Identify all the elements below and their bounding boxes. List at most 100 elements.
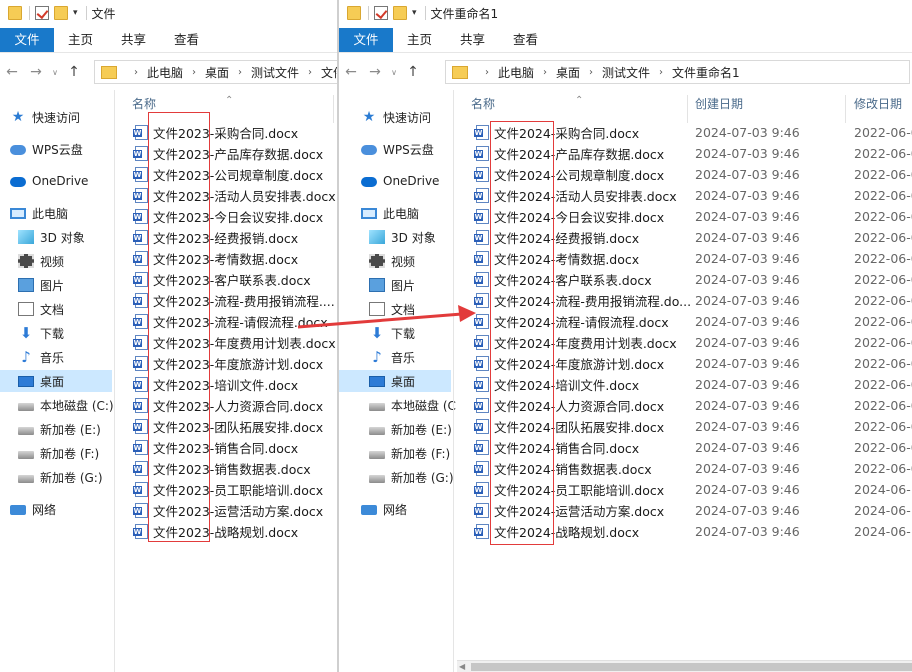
file-modified-date: 2022-06-0: [854, 125, 912, 140]
address-input[interactable]: › 此电脑 › 桌面 › 测试文件 › 文件: [94, 60, 338, 84]
customize-toolbar-icon[interactable]: ▾: [412, 8, 417, 18]
breadcrumb-test-files[interactable]: 测试文件: [251, 64, 299, 81]
column-header-modified[interactable]: 修改日期: [854, 95, 902, 112]
column-header-name[interactable]: 名称: [471, 95, 495, 112]
nav-videos[interactable]: 视频: [18, 250, 64, 272]
chevron-right-icon[interactable]: ›: [308, 67, 312, 78]
nav-desktop[interactable]: 桌面: [339, 370, 451, 392]
scrollbar-thumb[interactable]: [471, 663, 912, 671]
file-modified-date: 2022-06-0: [854, 377, 912, 392]
properties-icon[interactable]: [374, 6, 388, 20]
back-arrow-icon[interactable]: ←: [339, 64, 363, 80]
tab-file[interactable]: 文件: [339, 28, 393, 52]
nav-pictures[interactable]: 图片: [18, 274, 64, 296]
nav-drive-c[interactable]: 本地磁盘 (C:): [18, 394, 114, 416]
chevron-right-icon[interactable]: ›: [589, 67, 593, 78]
recent-locations-icon[interactable]: ∨: [48, 68, 62, 77]
nav-network[interactable]: 网络: [10, 498, 56, 520]
up-arrow-icon[interactable]: ↑: [401, 64, 425, 80]
nav-onedrive[interactable]: OneDrive: [10, 170, 88, 192]
nav-drive-f[interactable]: 新加卷 (F:): [18, 442, 99, 464]
nav-quick-access[interactable]: ★ 快速访问: [10, 106, 80, 128]
nav-documents[interactable]: 文档: [369, 298, 415, 320]
file-modified-date: 2022-06-0: [854, 398, 912, 413]
nav-quick-access[interactable]: ★ 快速访问: [361, 106, 431, 128]
tab-share[interactable]: 共享: [446, 28, 499, 52]
chevron-right-icon[interactable]: ›: [238, 67, 242, 78]
up-arrow-icon[interactable]: ↑: [62, 64, 86, 80]
nav-music[interactable]: ♪ 音乐: [369, 346, 415, 368]
divider[interactable]: [845, 95, 846, 123]
nav-label: 音乐: [40, 350, 65, 365]
breadcrumb-desktop[interactable]: 桌面: [556, 64, 580, 81]
nav-drive-e[interactable]: 新加卷 (E:): [369, 418, 452, 440]
nav-drive-g[interactable]: 新加卷 (G:): [369, 466, 454, 488]
nav-onedrive[interactable]: OneDrive: [361, 170, 439, 192]
breadcrumb-desktop[interactable]: 桌面: [205, 64, 229, 81]
nav-pictures[interactable]: 图片: [369, 274, 415, 296]
address-input[interactable]: › 此电脑 › 桌面 › 测试文件 › 文件重命名1: [445, 60, 910, 84]
nav-music[interactable]: ♪ 音乐: [18, 346, 64, 368]
customize-toolbar-icon[interactable]: ▾: [73, 8, 78, 18]
divider[interactable]: [687, 95, 688, 123]
nav-wps-cloud[interactable]: WPS云盘: [361, 138, 434, 160]
chevron-right-icon[interactable]: ›: [485, 67, 489, 78]
drive-icon: [369, 451, 385, 459]
divider: [424, 6, 426, 20]
nav-drive-g[interactable]: 新加卷 (G:): [18, 466, 103, 488]
tab-share[interactable]: 共享: [107, 28, 160, 52]
new-folder-icon[interactable]: [393, 6, 407, 20]
chevron-right-icon[interactable]: ›: [134, 67, 138, 78]
breadcrumb-current[interactable]: 文件重命名1: [672, 64, 740, 81]
column-header-name[interactable]: 名称: [132, 95, 156, 112]
back-arrow-icon[interactable]: ←: [0, 64, 24, 80]
network-icon: [10, 505, 26, 515]
chevron-left-icon[interactable]: ◀: [459, 662, 465, 671]
forward-arrow-icon[interactable]: →: [24, 64, 48, 80]
nav-network[interactable]: 网络: [361, 498, 407, 520]
nav-downloads[interactable]: ⬇ 下载: [18, 322, 64, 344]
chevron-right-icon[interactable]: ›: [543, 67, 547, 78]
chevron-right-icon[interactable]: ›: [192, 67, 196, 78]
nav-this-pc[interactable]: 此电脑: [10, 202, 68, 224]
properties-icon[interactable]: [35, 6, 49, 20]
nav-desktop[interactable]: 桌面: [0, 370, 112, 392]
breadcrumb-this-pc[interactable]: 此电脑: [147, 64, 183, 81]
nav-drive-c[interactable]: 本地磁盘 (C: [369, 394, 456, 416]
file-modified-date: 2022-06-0: [854, 356, 912, 371]
chevron-right-icon[interactable]: ›: [659, 67, 663, 78]
nav-3d-objects[interactable]: 3D 对象: [369, 226, 436, 248]
word-document-icon: [474, 188, 489, 203]
tab-file[interactable]: 文件: [0, 28, 54, 52]
new-folder-icon[interactable]: [54, 6, 68, 20]
nav-label: 3D 对象: [40, 230, 85, 245]
nav-drive-f[interactable]: 新加卷 (F:): [369, 442, 450, 464]
breadcrumb-this-pc[interactable]: 此电脑: [498, 64, 534, 81]
nav-this-pc[interactable]: 此电脑: [361, 202, 419, 224]
forward-arrow-icon[interactable]: →: [363, 64, 387, 80]
file-modified-date: 2024-06-1: [854, 503, 912, 518]
word-document-icon: [133, 209, 148, 224]
nav-downloads[interactable]: ⬇ 下载: [369, 322, 415, 344]
nav-videos[interactable]: 视频: [369, 250, 415, 272]
nav-3d-objects[interactable]: 3D 对象: [18, 226, 85, 248]
horizontal-scrollbar[interactable]: ◀: [457, 660, 912, 672]
word-document-icon: [133, 293, 148, 308]
nav-label: 视频: [391, 254, 416, 269]
nav-wps-cloud[interactable]: WPS云盘: [10, 138, 83, 160]
tab-home[interactable]: 主页: [393, 28, 446, 52]
breadcrumb-test-files[interactable]: 测试文件: [602, 64, 650, 81]
recent-locations-icon[interactable]: ∨: [387, 68, 401, 77]
column-header-created[interactable]: 创建日期: [695, 95, 743, 112]
tab-home[interactable]: 主页: [54, 28, 107, 52]
nav-drive-e[interactable]: 新加卷 (E:): [18, 418, 101, 440]
nav-label: 音乐: [391, 350, 416, 365]
word-document-icon: [133, 440, 148, 455]
divider[interactable]: [333, 95, 334, 123]
nav-label: OneDrive: [32, 174, 89, 188]
tab-view[interactable]: 查看: [160, 28, 213, 52]
navigation-pane: ★ 快速访问 WPS云盘 OneDrive 此电脑 3D 对象 视频 图片 文档 …: [339, 96, 456, 672]
breadcrumb-current[interactable]: 文件: [321, 64, 338, 81]
nav-documents[interactable]: 文档: [18, 298, 64, 320]
tab-view[interactable]: 查看: [499, 28, 552, 52]
